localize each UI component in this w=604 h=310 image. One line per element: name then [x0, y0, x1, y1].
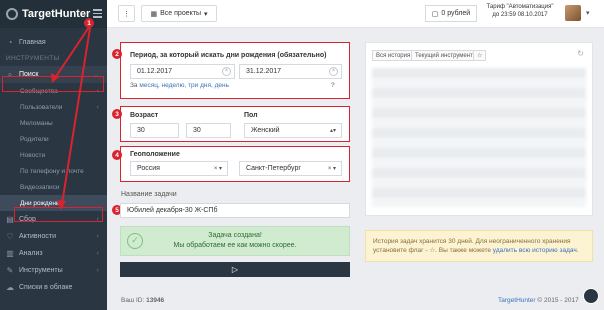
cloud-icon: ☁ [6, 282, 14, 292]
success-alert: ✓ Задача создана! Мы обработаем ее как м… [120, 226, 350, 256]
geo-label: Геоположение [130, 151, 180, 158]
projects-icon: ▦ [150, 10, 158, 18]
tariff-name: Тариф "Автоматизация" [486, 4, 554, 10]
period-section: Период, за который искать дни рождения (… [120, 42, 350, 99]
clear-dropdown-icon: × ▾ [213, 166, 222, 172]
chevron-down-icon[interactable]: ▾ [586, 9, 590, 17]
sidebar-item-tools[interactable]: ✎ Инструменты ‹ [0, 262, 107, 279]
chat-icon[interactable] [583, 288, 599, 304]
city-select[interactable]: Санкт-Петербург × ▾ [239, 161, 342, 176]
caret-down-icon: ▾ [203, 10, 208, 18]
brand-link[interactable]: TargetHunter [498, 297, 536, 304]
success-title: Задача создана! [208, 232, 262, 239]
dots-menu-button[interactable]: ⋮ [118, 5, 135, 22]
projects-dropdown[interactable]: ▦ Все проекты ▾ [141, 5, 217, 22]
wrench-icon: ✎ [6, 265, 14, 275]
clear-dropdown-icon: × ▾ [327, 166, 336, 172]
sidebar-item-label: Активности [19, 233, 57, 240]
period-label: Период, за который искать дни рождения (… [130, 52, 327, 59]
collect-icon: ▤ [6, 214, 14, 224]
run-button[interactable]: ▷ [120, 262, 350, 277]
sidebar-sub-music[interactable]: Меломаны [0, 115, 107, 131]
sidebar-section-title: ИНСТРУМЕНТЫ [6, 55, 60, 62]
sex-label: Пол [244, 112, 258, 119]
task-name-input[interactable]: Юбилей декабря-30 Ж-СПб [120, 203, 350, 218]
quick-period-links[interactable]: месяц, неделю, три дня, день [139, 82, 229, 89]
refresh-icon[interactable]: ↻ [577, 49, 584, 58]
sidebar-item-home[interactable]: ◔ Главная [0, 34, 107, 51]
tab-all-history[interactable]: Вся история [372, 50, 415, 61]
sidebar-sub-parents[interactable]: Родители [0, 131, 107, 147]
copyright: TargetHunter © 2015 - 2017 [498, 297, 579, 304]
heart-icon: ♡ [6, 231, 14, 241]
user-id: Ваш ID: 13946 [121, 297, 165, 304]
age-from-input[interactable]: 30 [130, 123, 179, 138]
history-list-blurred [372, 68, 586, 207]
star-filter-icon[interactable]: ☆ [473, 50, 487, 61]
history-info-alert: История задач хранится 30 дней. Для неог… [365, 230, 593, 262]
age-to-input[interactable]: 30 [186, 123, 231, 138]
date-from-input[interactable]: 01.12.2017 × [130, 64, 235, 79]
sidebar-sub-users[interactable]: Пользователи ‹ [0, 99, 107, 115]
logo-icon [6, 8, 18, 20]
delete-history-link[interactable]: удалить всю историю задач. [493, 247, 579, 254]
chart-icon: ▥ [6, 248, 14, 258]
clear-icon[interactable]: × [222, 67, 231, 76]
tab-current-tool[interactable]: Текущий инструмент [411, 50, 477, 61]
sidebar-sub-video[interactable]: Видеозаписи [0, 179, 107, 195]
step-badge-1: 1 [84, 18, 94, 28]
sidebar-item-cloud[interactable]: ☁ Списки в облаке [0, 279, 107, 296]
chevron-left-icon: ‹ [96, 103, 99, 111]
success-text: Мы обработаем ее как можно скорее. [173, 242, 297, 249]
sidebar: TargetHunter ◔ Главная ИНСТРУМЕНТЫ ⌕ Пои… [0, 0, 107, 310]
wallet-icon: ▢ [431, 10, 439, 18]
avatar[interactable] [565, 5, 581, 21]
topbar: ⋮ ▦ Все проекты ▾ ▢ 0 рублей Тариф "Авто… [107, 0, 604, 28]
country-select[interactable]: Россия × ▾ [130, 161, 228, 176]
geo-section: Геоположение Россия × ▾ Санкт-Петербург × … [120, 146, 350, 182]
age-label: Возраст [130, 112, 159, 119]
highlight-birthdays [14, 207, 103, 222]
app-name: TargetHunter [22, 8, 91, 20]
age-sex-section: Возраст 30 30 Пол Женский ▴▾ [120, 106, 350, 142]
sex-select[interactable]: Женский ▴▾ [244, 123, 342, 138]
projects-label: Все проекты [160, 10, 201, 17]
step-badge-4: 4 [112, 150, 122, 160]
clear-icon[interactable]: × [329, 67, 338, 76]
step-badge-2: 2 [112, 49, 122, 59]
balance-button[interactable]: ▢ 0 рублей [425, 5, 477, 22]
task-name-label: Название задачи [121, 191, 177, 198]
step-badge-3: 3 [112, 109, 122, 119]
date-to-input[interactable]: 31.12.2017 × [239, 64, 342, 79]
tariff-expiry: до 23:59 08.10.2017 [492, 12, 548, 18]
sidebar-sub-news[interactable]: Новости [0, 147, 107, 163]
home-icon: ◔ [7, 37, 13, 47]
select-arrows-icon: ▴▾ [329, 128, 336, 134]
sidebar-item-label: Анализ [19, 250, 43, 257]
chevron-left-icon: ‹ [96, 267, 99, 274]
sidebar-sub-phone[interactable]: По телефону и почте [0, 163, 107, 179]
highlight-search [2, 76, 104, 92]
sidebar-item-label: Главная [19, 39, 46, 46]
sidebar-item-label: Инструменты [19, 267, 63, 274]
chevron-left-icon: ‹ [96, 233, 99, 240]
chevron-left-icon: ‹ [96, 250, 99, 257]
hamburger-icon[interactable] [93, 9, 102, 18]
sidebar-item-activity[interactable]: ♡ Активности ‹ [0, 228, 107, 245]
quick-period: За месяц, неделю, три дня, день [130, 82, 230, 89]
help-icon[interactable]: ? [331, 82, 335, 89]
sidebar-item-analysis[interactable]: ▥ Анализ ‹ [0, 245, 107, 262]
history-panel: Вся история Текущий инструмент ☆ ↻ [365, 42, 593, 216]
tariff-info[interactable]: Тариф "Автоматизация" до 23:59 08.10.201… [483, 3, 557, 19]
play-icon: ▷ [231, 265, 239, 274]
sidebar-item-label: Списки в облаке [19, 284, 73, 291]
dots-icon: ⋮ [123, 10, 130, 18]
balance-label: 0 рублей [441, 10, 471, 17]
